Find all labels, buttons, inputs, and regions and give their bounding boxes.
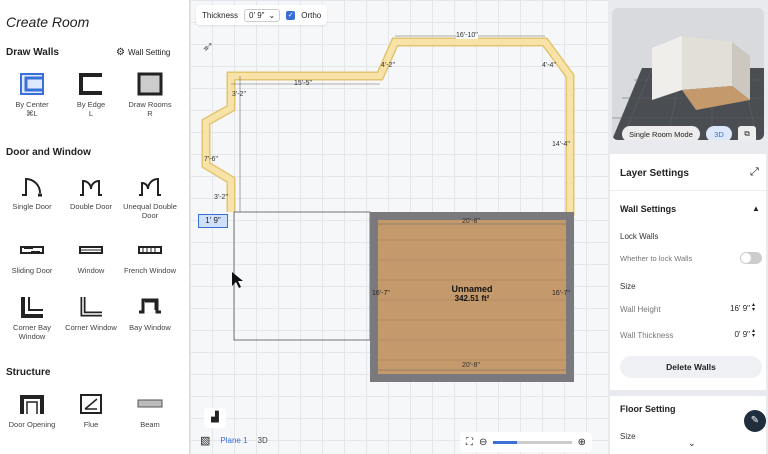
lock-walls-toggle[interactable]	[740, 252, 762, 264]
right-panel: Single Room Mode 3D ⧉ Layer Settings ⤢ W…	[608, 0, 768, 454]
tool-flue[interactable]: Flue	[63, 390, 119, 429]
settings-panel: Layer Settings ⤢ Wall Settings ▲ Lock Wa…	[610, 154, 766, 454]
flue-icon	[74, 390, 108, 418]
tool-by-edge[interactable]: By Edge L	[63, 70, 119, 118]
sliding-door-icon	[15, 236, 49, 264]
tool-sliding-door[interactable]: Sliding Door	[4, 236, 60, 275]
french-window-icon	[133, 236, 167, 264]
dim-diag-right: 4'-4"	[542, 62, 556, 69]
wall-height-label: Wall Height	[620, 305, 661, 314]
room-label[interactable]: Unnamed 342.51 ft²	[430, 284, 514, 303]
window-icon	[74, 236, 108, 264]
left-panel: Create Room Draw Walls ⚙ Wall Setting By…	[0, 0, 190, 454]
zoom-slider[interactable]	[493, 440, 572, 444]
room-area: 342.51 ft²	[454, 294, 490, 303]
chevron-down-icon[interactable]: ⌄	[688, 438, 696, 449]
delete-walls-button[interactable]: Delete Walls	[620, 356, 762, 378]
floor-size-label: Size	[620, 432, 636, 441]
layer-settings-title: Layer Settings	[620, 168, 689, 179]
3d-room-render	[612, 8, 764, 140]
dim-top: 16'-10"	[456, 32, 478, 39]
wall-height-input[interactable]: 16' 9"	[720, 301, 760, 316]
dim-small-2: 3'-2"	[214, 194, 228, 201]
wall-length-input[interactable]: 1' 9"	[198, 214, 228, 228]
room-dim-top: 20'-8"	[462, 218, 480, 225]
tool-window[interactable]: Window	[63, 236, 119, 275]
dim-small-1: 3'-2"	[232, 91, 246, 98]
draw-walls-heading: Draw Walls	[6, 47, 59, 58]
wall-thickness-input[interactable]: 0' 9"	[720, 327, 761, 342]
structure-heading: Structure	[6, 367, 51, 378]
collapse-icon[interactable]: ▲	[752, 204, 760, 213]
unequal-double-door-icon	[133, 172, 167, 200]
tool-corner-window[interactable]: Corner Window	[63, 293, 119, 332]
room-dim-bottom: 20'-8"	[462, 362, 480, 369]
tool-bay-window[interactable]: Bay Window	[122, 293, 178, 332]
zoom-out-icon[interactable]: ⊖	[479, 437, 487, 448]
room-dim-right: 16'-7"	[552, 290, 570, 297]
floor-setting-title: Floor Setting	[620, 404, 676, 414]
3d-preview[interactable]: Single Room Mode 3D ⧉	[612, 8, 764, 140]
preview-3d-button[interactable]: 3D	[706, 126, 732, 140]
room-dim-left: 16'-7"	[372, 290, 390, 297]
fit-view-button[interactable]: ▟	[204, 408, 226, 428]
size-label: Size	[620, 282, 636, 291]
tool-beam[interactable]: Beam	[122, 390, 178, 429]
lock-walls-label: Lock Walls	[620, 232, 659, 241]
dim-left-vertical: 7'-6"	[204, 156, 218, 163]
layers-icon[interactable]: ▧	[200, 434, 210, 447]
tool-double-door[interactable]: Double Door	[63, 172, 119, 211]
beam-icon	[133, 390, 167, 418]
panel-title: Create Room	[6, 14, 90, 30]
corner-bay-window-icon	[15, 293, 49, 321]
tool-corner-bay-window[interactable]: Corner Bay Window	[4, 293, 60, 341]
tool-unequal-double-door[interactable]: Unequal Double Door	[122, 172, 178, 220]
tool-draw-rooms[interactable]: Draw Rooms R	[122, 70, 178, 118]
gear-icon: ⚙	[116, 47, 125, 58]
tool-french-window[interactable]: French Window	[122, 236, 178, 275]
tool-single-door[interactable]: Single Door	[4, 172, 60, 211]
corner-window-icon	[74, 293, 108, 321]
wall-settings-title: Wall Settings	[620, 204, 677, 214]
tool-by-center[interactable]: By Center ⌘L	[4, 70, 60, 118]
by-center-icon	[15, 70, 49, 98]
draw-rooms-icon	[133, 70, 167, 98]
dim-diag-left: 4'-2"	[381, 62, 395, 69]
plane-tab[interactable]: Plane 1	[220, 436, 247, 445]
wall-thickness-label: Wall Thickness	[620, 331, 674, 340]
edit-note-button[interactable]: ✎	[744, 410, 766, 432]
bottom-bar: ▧ Plane 1 3D	[200, 430, 268, 450]
door-window-heading: Door and Window	[6, 147, 91, 158]
double-door-icon	[74, 172, 108, 200]
view-3d-tab[interactable]: 3D	[258, 436, 268, 445]
lock-walls-desc: Whether to lock Walls	[620, 254, 693, 263]
expand-icon[interactable]: ⤢	[750, 166, 759, 179]
fullscreen-icon[interactable]: ⛶	[466, 437, 473, 448]
preview-expand-icon[interactable]: ⧉	[738, 126, 756, 140]
bay-window-icon	[133, 293, 167, 321]
single-door-icon	[15, 172, 49, 200]
room-name: Unnamed	[451, 284, 493, 294]
single-room-mode-button[interactable]: Single Room Mode	[622, 126, 700, 140]
dim-upper-left: 15'-5"	[294, 80, 312, 87]
dim-right: 14'-4"	[552, 141, 570, 148]
door-opening-icon	[15, 390, 49, 418]
zoom-controls: ⛶ ⊖ ⊕	[460, 432, 592, 452]
floor-plan-canvas[interactable]: Thickness 0' 9" ⌄ ✓ Ortho ➶ 16'-10" 15'-…	[190, 0, 608, 454]
by-edge-icon	[74, 70, 108, 98]
wall-setting-button[interactable]: ⚙ Wall Setting	[116, 47, 170, 58]
tool-door-opening[interactable]: Door Opening	[4, 390, 60, 429]
zoom-in-icon[interactable]: ⊕	[578, 437, 586, 448]
